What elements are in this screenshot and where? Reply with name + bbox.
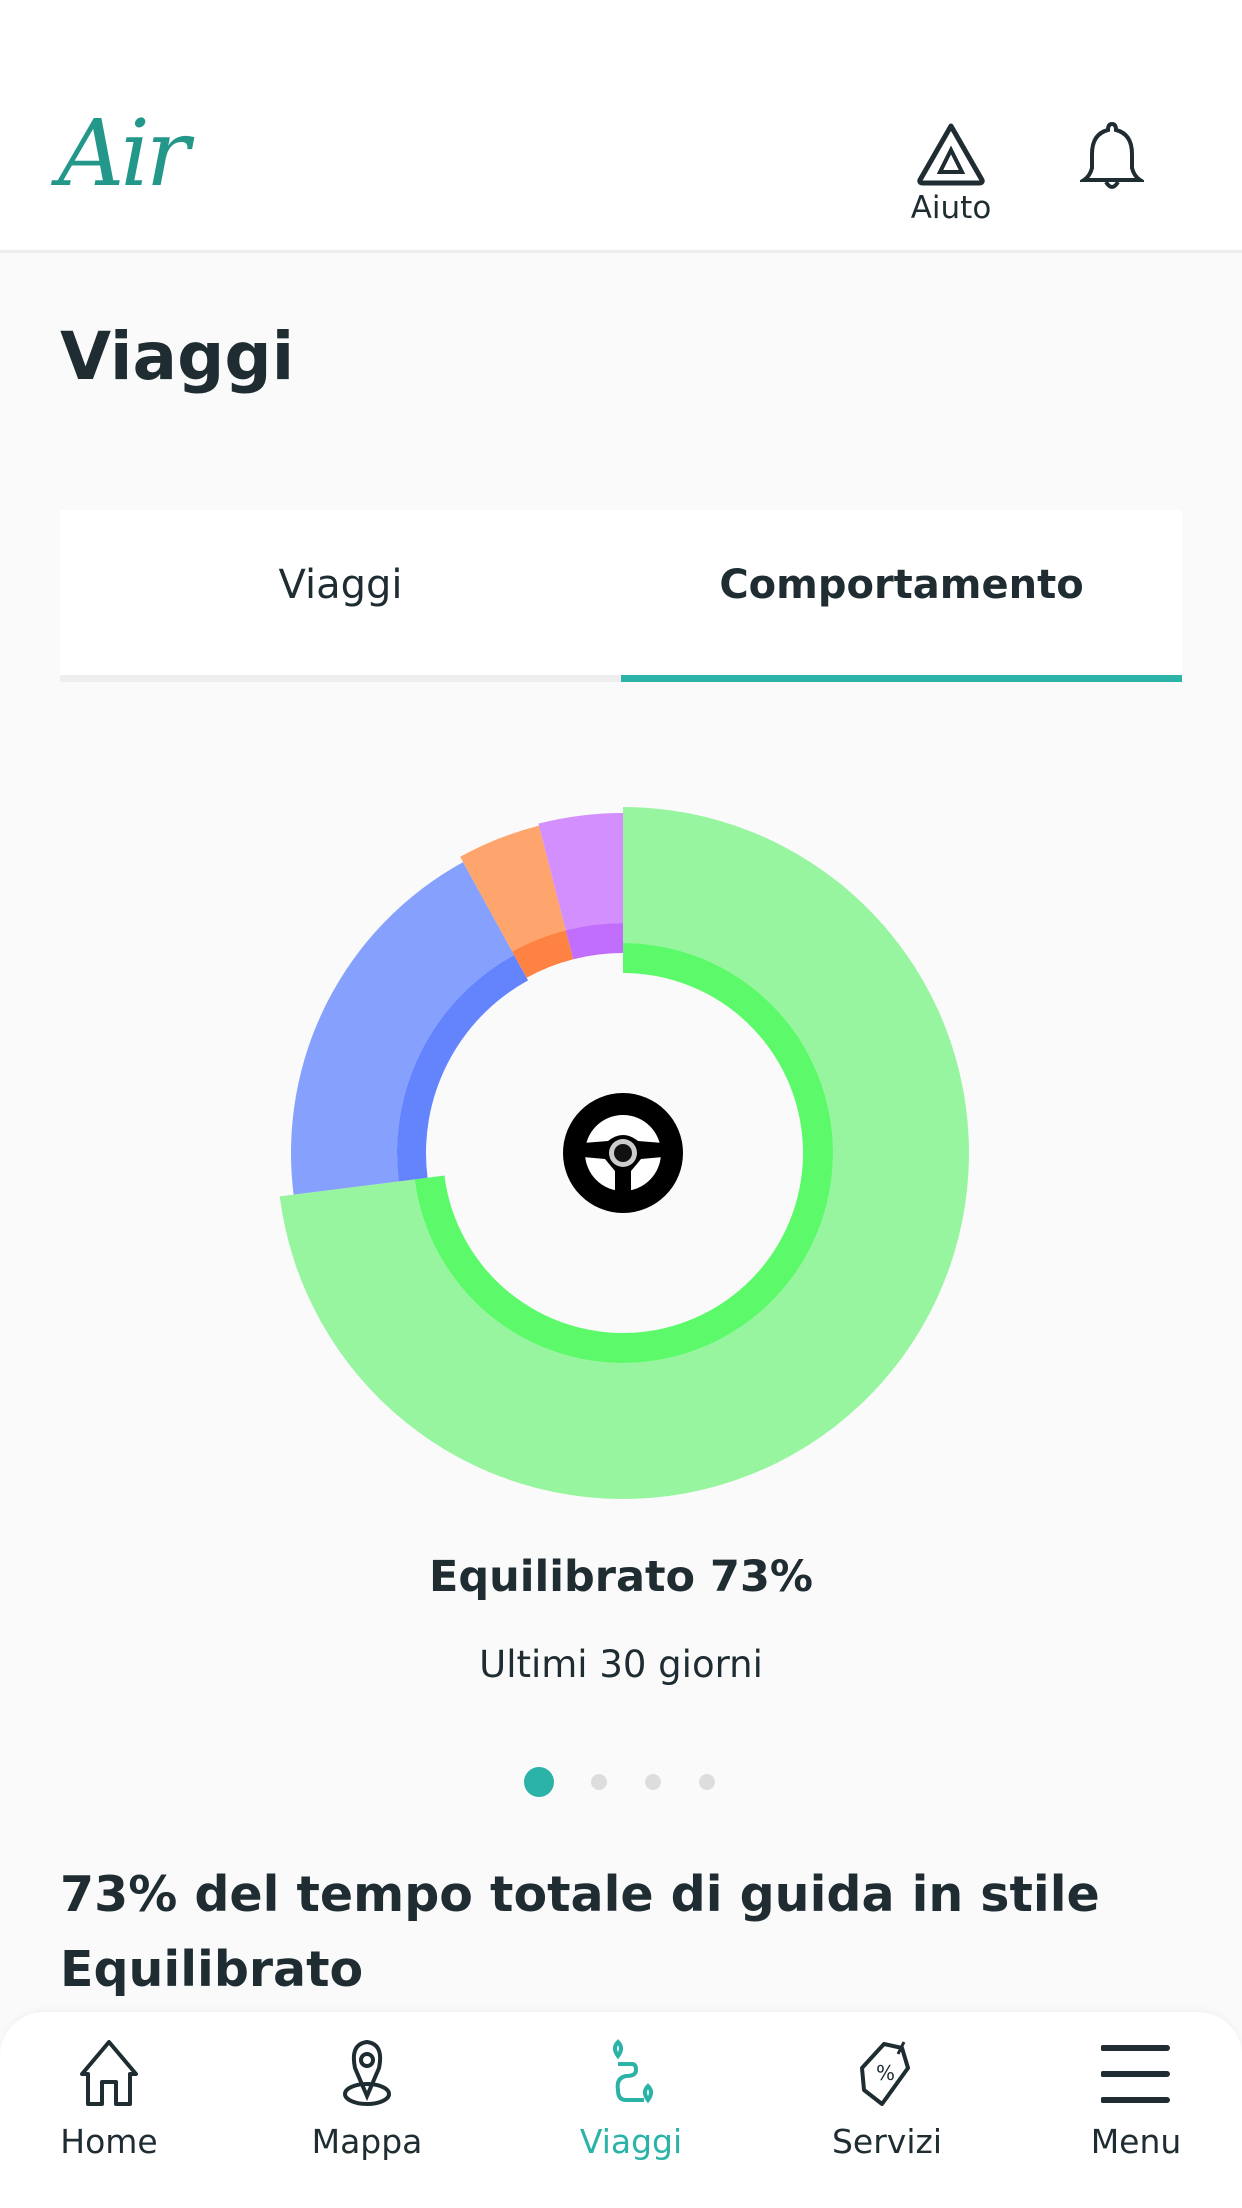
pager-dot[interactable]	[591, 1774, 607, 1790]
tab-comportamento[interactable]: Comportamento	[621, 510, 1182, 682]
tab-viaggi[interactable]: Viaggi	[60, 510, 621, 682]
nav-viaggi[interactable]: Viaggi	[531, 2038, 731, 2161]
nav-home-label: Home	[60, 2122, 158, 2161]
air-logo: Air	[58, 100, 190, 207]
nav-menu[interactable]: Menu	[1036, 2038, 1236, 2161]
bell-icon	[1080, 121, 1144, 189]
donut-slice-inner-3[interactable]	[565, 923, 623, 960]
nav-servizi[interactable]: % Servizi	[787, 2038, 987, 2161]
pager-dot-active[interactable]	[524, 1767, 554, 1797]
discount-tag-icon: %	[860, 2041, 910, 2106]
route-icon	[613, 2039, 653, 2104]
style-description: 73% del tempo totale di guida in stile E…	[60, 1866, 1100, 1998]
nav-mappa-label: Mappa	[311, 2122, 423, 2161]
svg-text:%: %	[876, 2061, 895, 2085]
steering-wheel-icon	[563, 1093, 683, 1213]
home-icon	[80, 2040, 138, 2106]
nav-home[interactable]: Home	[9, 2038, 209, 2161]
nav-servizi-label: Servizi	[831, 2122, 942, 2161]
nav-viaggi-label: Viaggi	[579, 2122, 683, 2161]
pager-dot[interactable]	[645, 1774, 661, 1790]
style-summary-period: Ultimi 30 giorni	[479, 1643, 763, 1686]
help-button[interactable]: Aiuto	[906, 122, 996, 226]
page-title: Viaggi	[60, 318, 295, 395]
nav-mappa[interactable]: Mappa	[267, 2038, 467, 2161]
help-triangle-icon	[917, 123, 985, 186]
bottom-navigation: Home Mappa Viaggi % Servizi Menu	[0, 2012, 1242, 2208]
style-summary-title: Equilibrato 73%	[429, 1552, 813, 1602]
hamburger-icon	[1101, 2045, 1170, 2103]
pager-dot[interactable]	[699, 1774, 715, 1790]
app-header: Air Aiuto	[0, 0, 1242, 253]
help-label: Aiuto	[910, 190, 992, 226]
tab-bar: Viaggi Comportamento	[60, 510, 1182, 682]
notifications-button[interactable]	[1080, 120, 1144, 192]
nav-menu-label: Menu	[1090, 2122, 1182, 2161]
map-pin-icon	[343, 2039, 391, 2106]
